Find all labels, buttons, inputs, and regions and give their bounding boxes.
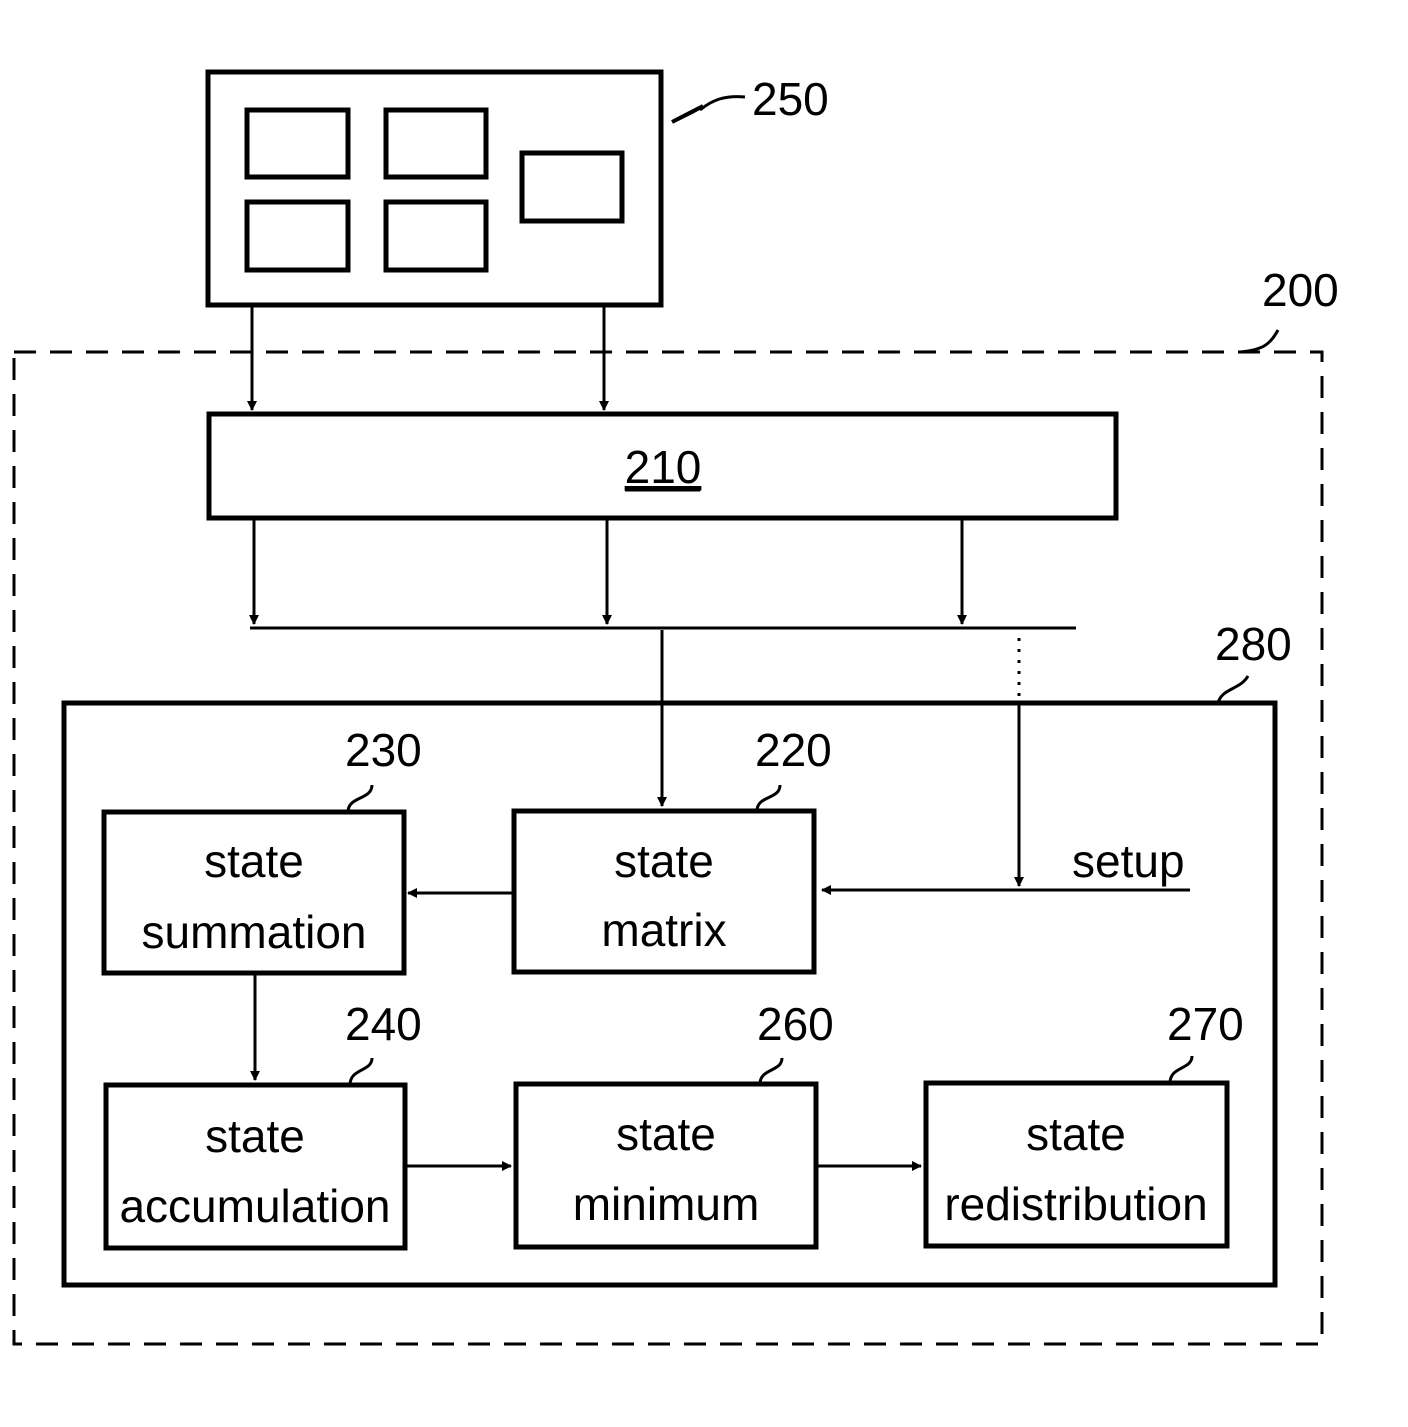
ref-label-230: 230 — [345, 724, 422, 776]
ref-leader-200 — [1239, 329, 1280, 354]
input-device-key — [383, 199, 489, 273]
block-270-line1: state — [1026, 1108, 1126, 1160]
input-device-key — [519, 150, 625, 224]
ref-label-240: 240 — [345, 998, 422, 1050]
ref-label-280: 280 — [1215, 618, 1292, 670]
block-260-line2: minimum — [573, 1178, 760, 1230]
input-device-250 — [205, 69, 664, 308]
input-device-key — [383, 107, 489, 180]
ref-label-260: 260 — [757, 998, 834, 1050]
ref-arrow-250 — [671, 104, 704, 124]
ref-leader-260 — [758, 1057, 784, 1085]
block-260-line1: state — [616, 1108, 716, 1160]
block-220-line2: matrix — [601, 904, 726, 956]
block-270-line2: redistribution — [944, 1178, 1207, 1230]
input-device-key — [244, 107, 351, 180]
block-220-line1: state — [614, 835, 714, 887]
ref-label-270: 270 — [1167, 998, 1244, 1050]
block-240-line2: accumulation — [119, 1180, 390, 1232]
ref-leader-250 — [699, 95, 746, 112]
block-210-label: 210 — [625, 441, 702, 493]
ref-leader-240 — [348, 1057, 374, 1086]
block-230-line1: state — [204, 835, 304, 887]
block-240-line1: state — [205, 1110, 305, 1162]
block-230-line2: summation — [142, 906, 367, 958]
ref-leader-220 — [755, 784, 782, 812]
block-diagram: 250 200 210 280 setup state matrix 220 s… — [12, 69, 1339, 1346]
input-device-key — [244, 199, 351, 273]
ref-label-250: 250 — [752, 73, 829, 125]
ref-label-200: 200 — [1262, 264, 1339, 316]
ref-leader-280 — [1216, 675, 1250, 704]
ref-label-220: 220 — [755, 724, 832, 776]
setup-label: setup — [1072, 835, 1185, 887]
ref-leader-270 — [1168, 1055, 1194, 1084]
ref-leader-230 — [346, 784, 374, 813]
